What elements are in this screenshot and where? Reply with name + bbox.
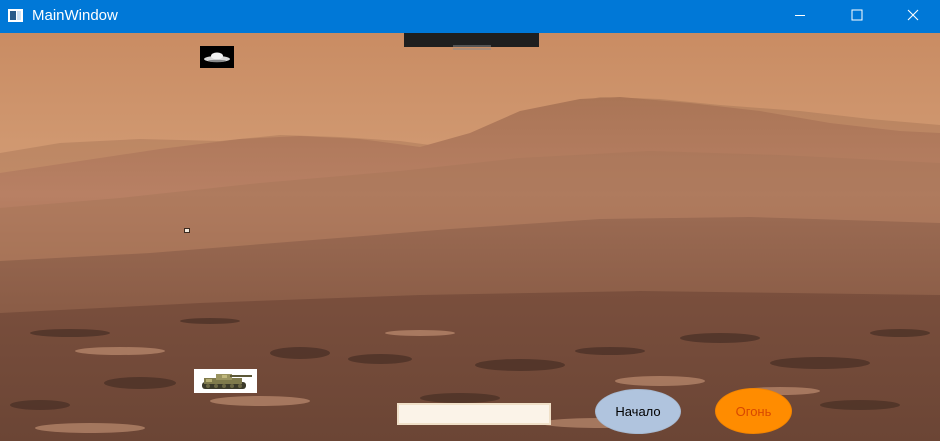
input-field[interactable] [397, 403, 551, 425]
fire-button[interactable]: Огонь [715, 388, 792, 434]
ufo-sprite [200, 46, 234, 68]
main-window: MainWindow Начало Огонь [0, 0, 940, 441]
close-button[interactable] [886, 0, 940, 33]
toolbar-handle[interactable] [404, 33, 539, 50]
game-canvas[interactable]: Начало Огонь [0, 33, 940, 441]
window-title: MainWindow [32, 7, 118, 24]
title-bar[interactable]: MainWindow [0, 0, 940, 33]
start-button-label: Начало [615, 404, 661, 419]
start-button[interactable]: Начало [595, 389, 681, 434]
minimize-button[interactable] [772, 0, 828, 33]
app-icon [8, 9, 23, 22]
minimize-icon [794, 8, 806, 26]
mars-landscape [0, 33, 940, 441]
maximize-icon [851, 8, 863, 26]
fire-button-label: Огонь [735, 403, 772, 419]
projectile [184, 228, 190, 233]
tank-sprite [194, 369, 257, 393]
close-icon [907, 8, 919, 26]
maximize-button[interactable] [829, 0, 885, 33]
grip-icon [453, 37, 491, 50]
